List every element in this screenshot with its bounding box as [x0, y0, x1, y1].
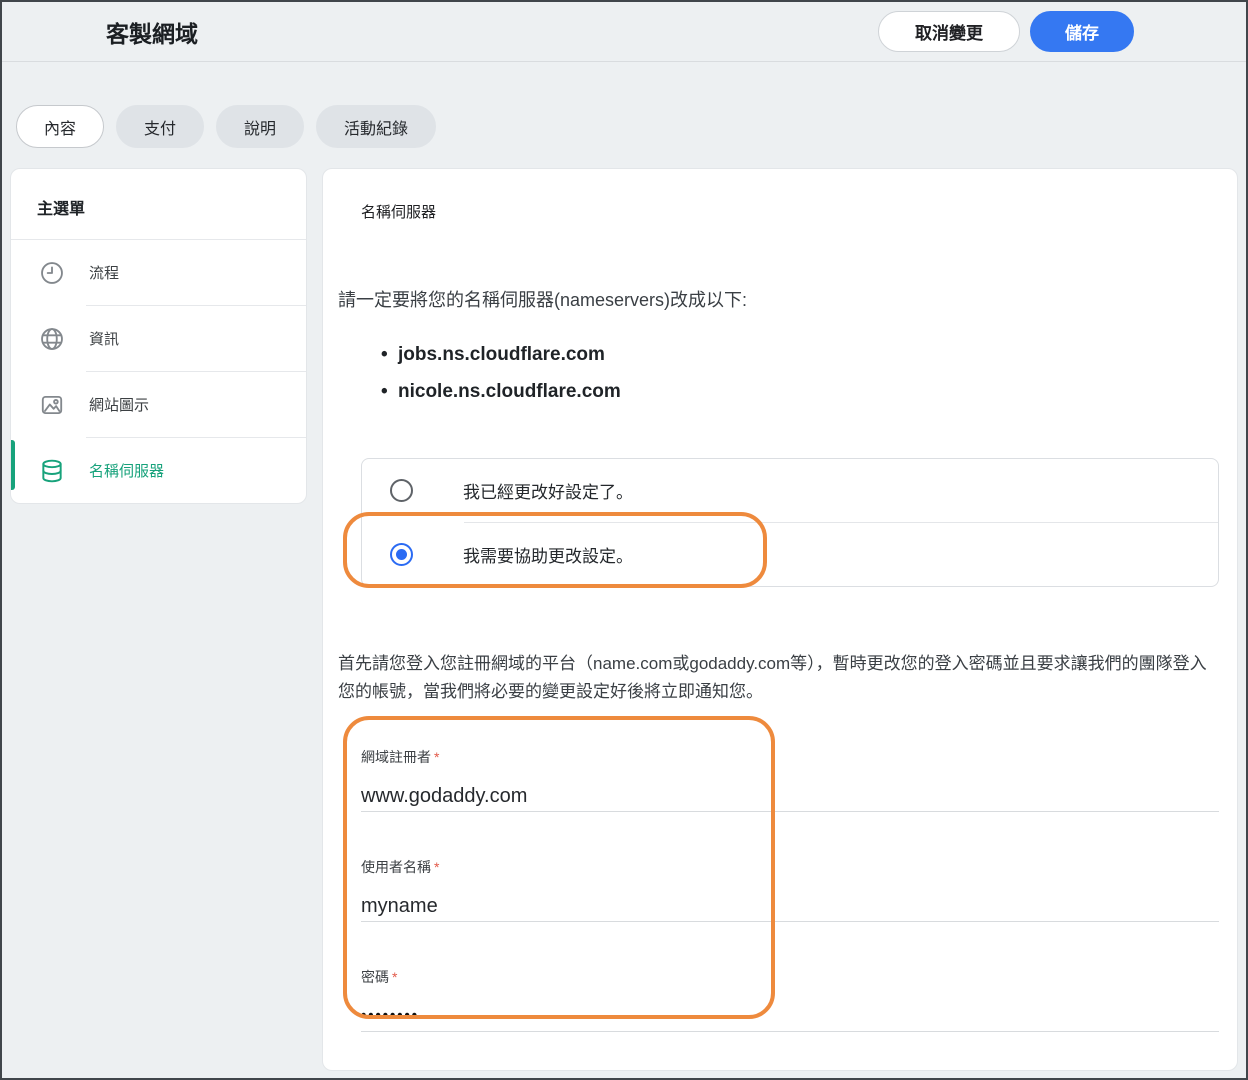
field-label-text: 密碼: [361, 969, 389, 985]
radio-selected-icon[interactable]: [390, 543, 413, 566]
nameserver-status-radio-group: 我已經更改好設定了。 我需要協助更改設定。: [361, 458, 1219, 587]
globe-icon: [39, 326, 65, 352]
nameservers-panel: 名稱伺服器 請一定要將您的名稱伺服器(nameservers)改成以下: job…: [322, 168, 1238, 1071]
tab-payment[interactable]: 支付: [116, 105, 204, 148]
password-field: 密碼* ••••••••: [361, 968, 1219, 1032]
tab-description[interactable]: 說明: [216, 105, 304, 148]
sidebar-item-site-icon[interactable]: 網站圖示: [11, 372, 306, 437]
nameserver-item: nicole.ns.cloudflare.com: [398, 380, 1219, 404]
username-field: 使用者名稱* myname: [361, 858, 1219, 922]
database-icon: [39, 458, 65, 484]
tab-activity-log[interactable]: 活動紀錄: [316, 105, 436, 148]
radio-option-label: 我需要協助更改設定。: [463, 542, 633, 567]
page-title: 客製網域: [106, 15, 198, 49]
field-label: 網域註冊者*: [361, 748, 1219, 766]
domain-registrar-input[interactable]: www.godaddy.com: [361, 783, 1219, 809]
credentials-form: 網域註冊者* www.godaddy.com 使用者名稱* myname 密碼*…: [361, 748, 1219, 1032]
sidebar-item-label: 流程: [89, 262, 119, 283]
nameserver-instruction: 請一定要將您的名稱伺服器(nameservers)改成以下:: [338, 286, 1219, 312]
field-label: 使用者名稱*: [361, 858, 1219, 876]
clock-icon: [39, 260, 65, 286]
sidebar-menu: 主選單 流程 資訊: [10, 168, 307, 504]
save-button[interactable]: 儲存: [1030, 11, 1134, 52]
field-label-text: 網域註冊者: [361, 749, 431, 765]
sidebar-item-info[interactable]: 資訊: [11, 306, 306, 371]
tab-content[interactable]: 內容: [16, 105, 104, 148]
nameserver-item: jobs.ns.cloudflare.com: [398, 343, 1219, 367]
required-asterisk: *: [392, 969, 397, 985]
domain-registrar-field: 網域註冊者* www.godaddy.com: [361, 748, 1219, 812]
radio-option-already-changed[interactable]: 我已經更改好設定了。: [362, 459, 1218, 522]
field-label: 密碼*: [361, 968, 1219, 986]
required-asterisk: *: [434, 749, 439, 765]
header-actions: 取消變更 儲存: [878, 11, 1134, 52]
sidebar-item-label: 資訊: [89, 328, 119, 349]
radio-unselected-icon[interactable]: [390, 479, 413, 502]
field-label-text: 使用者名稱: [361, 859, 431, 875]
section-title: 名稱伺服器: [361, 201, 1219, 222]
image-icon: [39, 392, 65, 418]
nameserver-list: jobs.ns.cloudflare.com nicole.ns.cloudfl…: [398, 343, 1219, 404]
required-asterisk: *: [434, 859, 439, 875]
cancel-changes-button[interactable]: 取消變更: [878, 11, 1020, 52]
radio-option-label: 我已經更改好設定了。: [463, 478, 633, 503]
radio-option-need-help[interactable]: 我需要協助更改設定。: [362, 523, 1218, 586]
help-text: 首先請您登入您註冊網域的平台（name.com或godaddy.com等），暫時…: [338, 650, 1219, 706]
sidebar-item-nameservers[interactable]: 名稱伺服器: [11, 438, 306, 503]
username-input[interactable]: myname: [361, 893, 1219, 919]
page-header: 客製網域 取消變更 儲存: [2, 2, 1246, 62]
password-input[interactable]: ••••••••: [361, 1003, 1219, 1029]
sidebar-item-process[interactable]: 流程: [11, 240, 306, 305]
sidebar-item-label: 網站圖示: [89, 394, 149, 415]
content-area: 主選單 流程 資訊: [2, 168, 1246, 1071]
sidebar-item-label: 名稱伺服器: [89, 460, 164, 481]
sidebar-title: 主選單: [11, 169, 306, 239]
tab-bar: 內容 支付 說明 活動紀錄: [16, 105, 1246, 148]
